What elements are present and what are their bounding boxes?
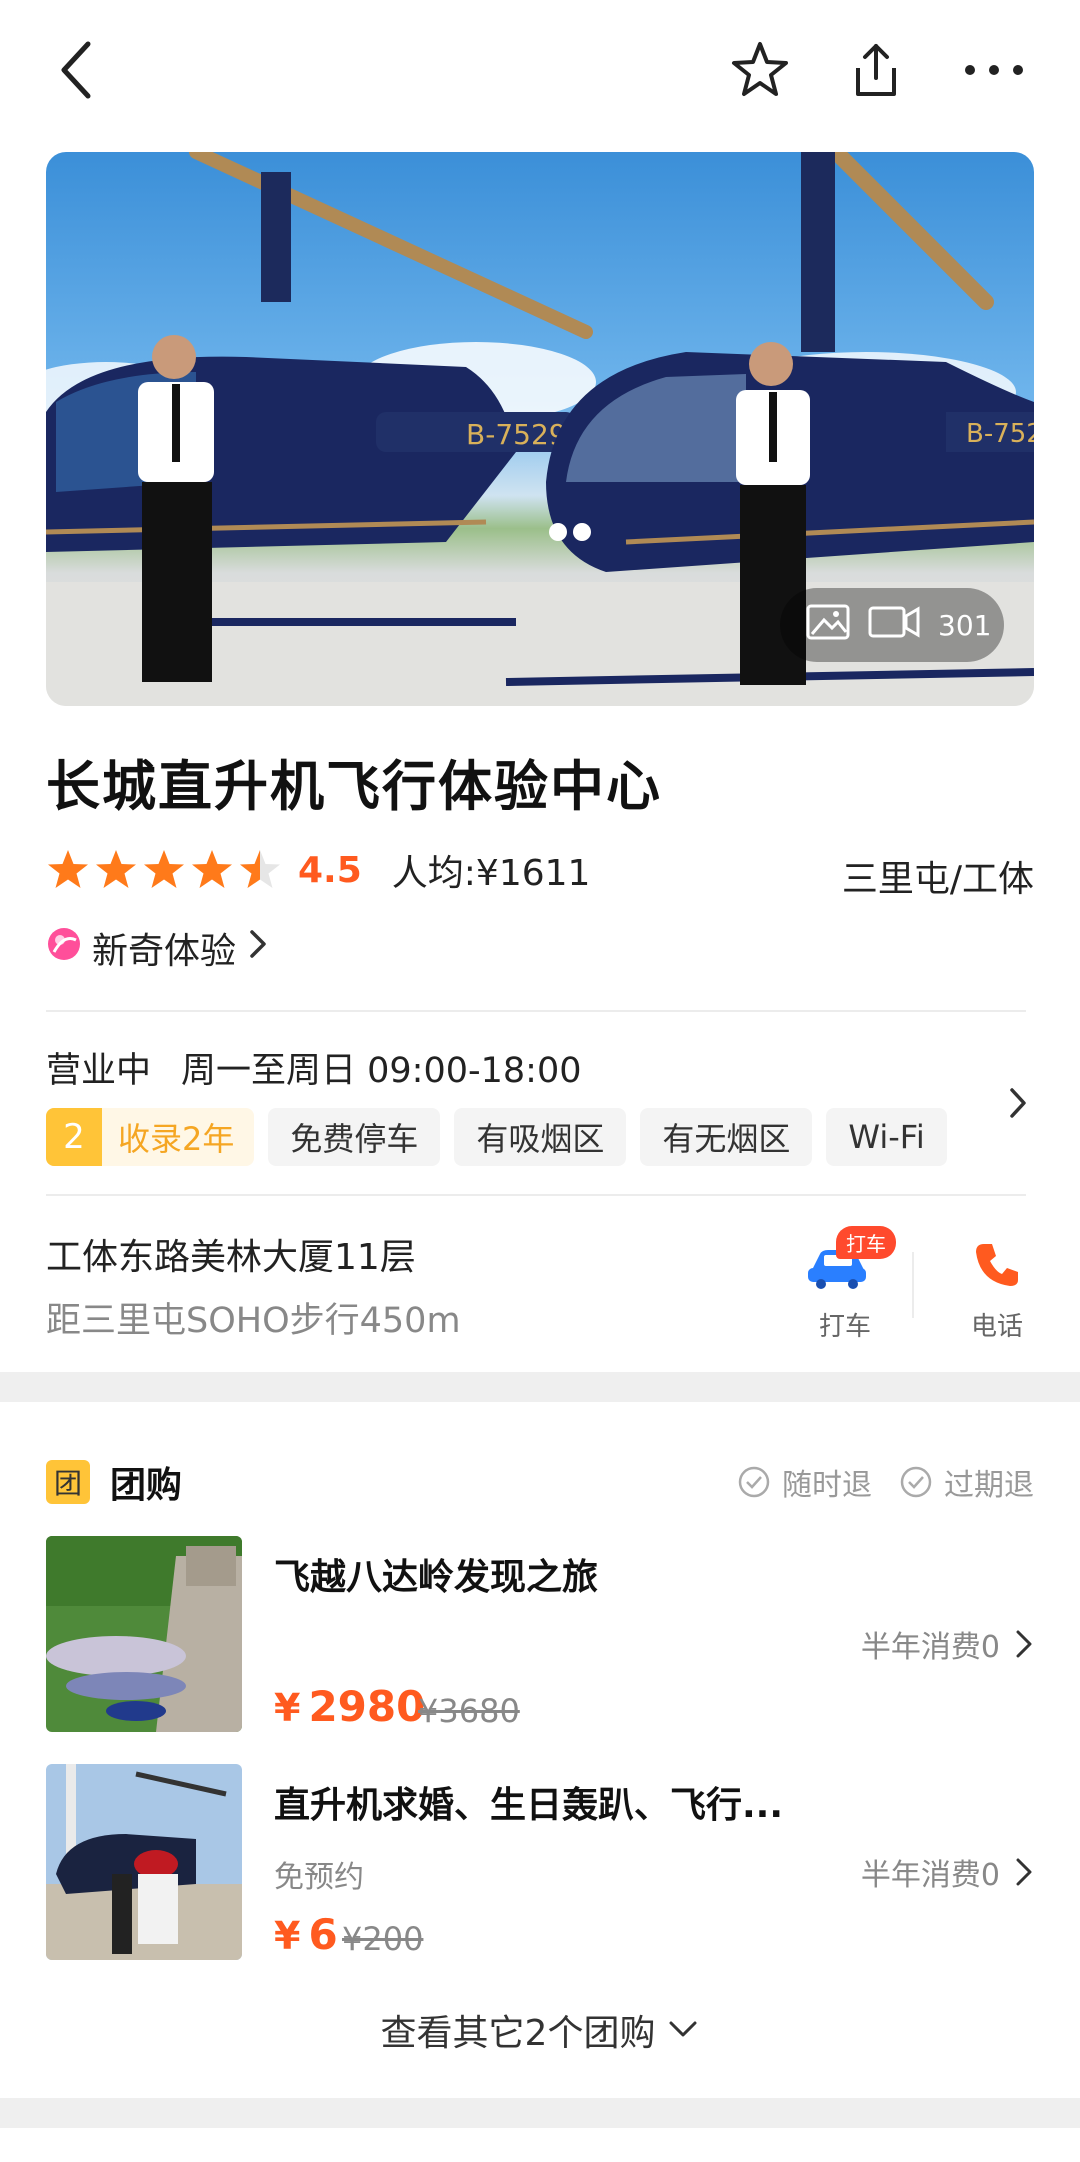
svg-text:B-7529: B-7529: [466, 418, 567, 451]
section-separator: [0, 1372, 1080, 1402]
group-buy-title: 团购: [110, 1465, 183, 1506]
chevron-right-icon: [1016, 1858, 1032, 1886]
tag-smoking-area: 有吸烟区: [454, 1108, 627, 1166]
deal-price-value: 2980: [308, 1682, 426, 1731]
group-buy-header: 团 团购: [46, 1456, 182, 1508]
taxi-label: 打车: [818, 1312, 871, 1342]
chevron-right-icon: [246, 926, 270, 971]
tag-free-parking: 免费停车: [268, 1108, 441, 1166]
rating-row: 4.5 人均:¥1611 三里屯/工体: [46, 842, 1034, 900]
refund-anytime: 随时退: [738, 1460, 872, 1504]
refund-expired: 过期退: [900, 1460, 1034, 1504]
deal-price: ¥6: [274, 1910, 338, 1959]
deal-sales: 半年消费0: [861, 1622, 1034, 1666]
refund-policies: 随时退 过期退: [738, 1460, 1034, 1504]
business-area[interactable]: 三里屯/工体: [842, 850, 1034, 902]
vertical-separator: [912, 1252, 914, 1318]
rating-stars: [46, 848, 282, 892]
phone-icon: [972, 1240, 1022, 1294]
star-full-icon: [96, 850, 136, 888]
shop-address[interactable]: 工体东路美林大厦11层: [46, 1228, 416, 1280]
view-more-deals-button[interactable]: 查看其它2个团购: [0, 2004, 1080, 2056]
share-icon[interactable]: [836, 30, 916, 110]
divider: [46, 1010, 1026, 1012]
video-icon: [868, 604, 920, 647]
shop-distance: 距三里屯SOHO步行450m: [46, 1301, 461, 1341]
phone-label: 电话: [970, 1312, 1023, 1342]
rating-score: 4.5: [298, 849, 362, 891]
deal-name: 直升机求婚、生日轰趴、飞行...: [274, 1785, 784, 1826]
check-circle-icon: [900, 1466, 932, 1498]
chevron-down-icon: [669, 2021, 697, 2037]
image-icon: [806, 604, 850, 647]
media-count: 301: [938, 608, 992, 642]
group-buy-badge: 团: [46, 1460, 90, 1504]
deal-price: ¥2980: [274, 1682, 425, 1731]
refund-anytime-label: 随时退: [782, 1468, 872, 1503]
view-more-deals-label: 查看其它2个团购: [380, 2013, 656, 2054]
hours-status: 营业中: [46, 1051, 152, 1091]
divider: [46, 1194, 1026, 1196]
category-link[interactable]: 新奇体验: [46, 922, 270, 974]
deal-price-value: 6: [308, 1910, 338, 1959]
chevron-right-icon: [1016, 1630, 1032, 1658]
deal-currency: ¥: [274, 1686, 301, 1730]
category-icon: [46, 926, 82, 971]
star-full-icon: [192, 850, 232, 888]
taxi-badge: 打车: [836, 1226, 896, 1259]
tag-nonsmoking-area: 有无烟区: [640, 1108, 813, 1166]
shop-title: 长城直升机飞行体验中心: [46, 755, 662, 818]
more-options-icon[interactable]: [954, 30, 1034, 110]
top-navigation-bar: [0, 0, 1080, 150]
deal-sales: 半年消费0: [861, 1850, 1034, 1894]
tag-wifi: Wi-Fi: [826, 1108, 947, 1166]
phone-button[interactable]: 电话: [942, 1224, 1052, 1342]
chevron-right-icon[interactable]: [1006, 1084, 1030, 1126]
refund-expired-label: 过期退: [944, 1468, 1034, 1503]
favorite-star-icon[interactable]: [720, 30, 800, 110]
category-label: 新奇体验: [92, 931, 237, 972]
deal-thumbnail: [46, 1536, 242, 1732]
record-years-text: 收录2年: [118, 1120, 235, 1158]
star-full-icon: [48, 850, 88, 888]
svg-text:B-7529: B-7529: [966, 419, 1034, 449]
deal-subtitle: 免预约: [274, 1860, 364, 1895]
deal-currency: ¥: [274, 1914, 301, 1958]
facility-tags[interactable]: 2 收录2年 免费停车 有吸烟区 有无烟区 Wi-Fi: [46, 1108, 947, 1166]
media-count-badge[interactable]: 301: [780, 588, 1004, 662]
deal-original-price: ¥200: [342, 1920, 424, 1958]
record-years-number: 2: [46, 1108, 102, 1166]
section-separator: [0, 2098, 1080, 2128]
deal-thumbnail: [46, 1764, 242, 1960]
taxi-button[interactable]: 打车 打车: [790, 1224, 900, 1342]
star-full-icon: [144, 850, 184, 888]
check-circle-icon: [738, 1466, 770, 1498]
deal-sales-text: 半年消费0: [860, 1858, 1000, 1893]
hero-photo[interactable]: B-7529 B-7529 301: [46, 152, 1034, 706]
star-half-icon: [240, 850, 280, 888]
deal-original-price: ¥3680: [418, 1692, 520, 1730]
deal-item[interactable]: 飞越八达岭发现之旅 半年消费0 ¥2980 ¥3680: [46, 1536, 1034, 1732]
deal-name: 飞越八达岭发现之旅: [274, 1557, 599, 1598]
hours-text: 周一至周日 09:00-18:00: [181, 1051, 582, 1091]
business-hours[interactable]: 营业中 周一至周日 09:00-18:00: [46, 1042, 582, 1093]
record-years-tag: 2 收录2年: [46, 1108, 255, 1166]
deal-sales-text: 半年消费0: [860, 1630, 1000, 1665]
back-icon[interactable]: [36, 30, 116, 110]
deal-item[interactable]: 直升机求婚、生日轰趴、飞行... 免预约 半年消费0 ¥6 ¥200: [46, 1764, 1034, 1960]
average-price: 人均:¥1611: [391, 853, 591, 894]
